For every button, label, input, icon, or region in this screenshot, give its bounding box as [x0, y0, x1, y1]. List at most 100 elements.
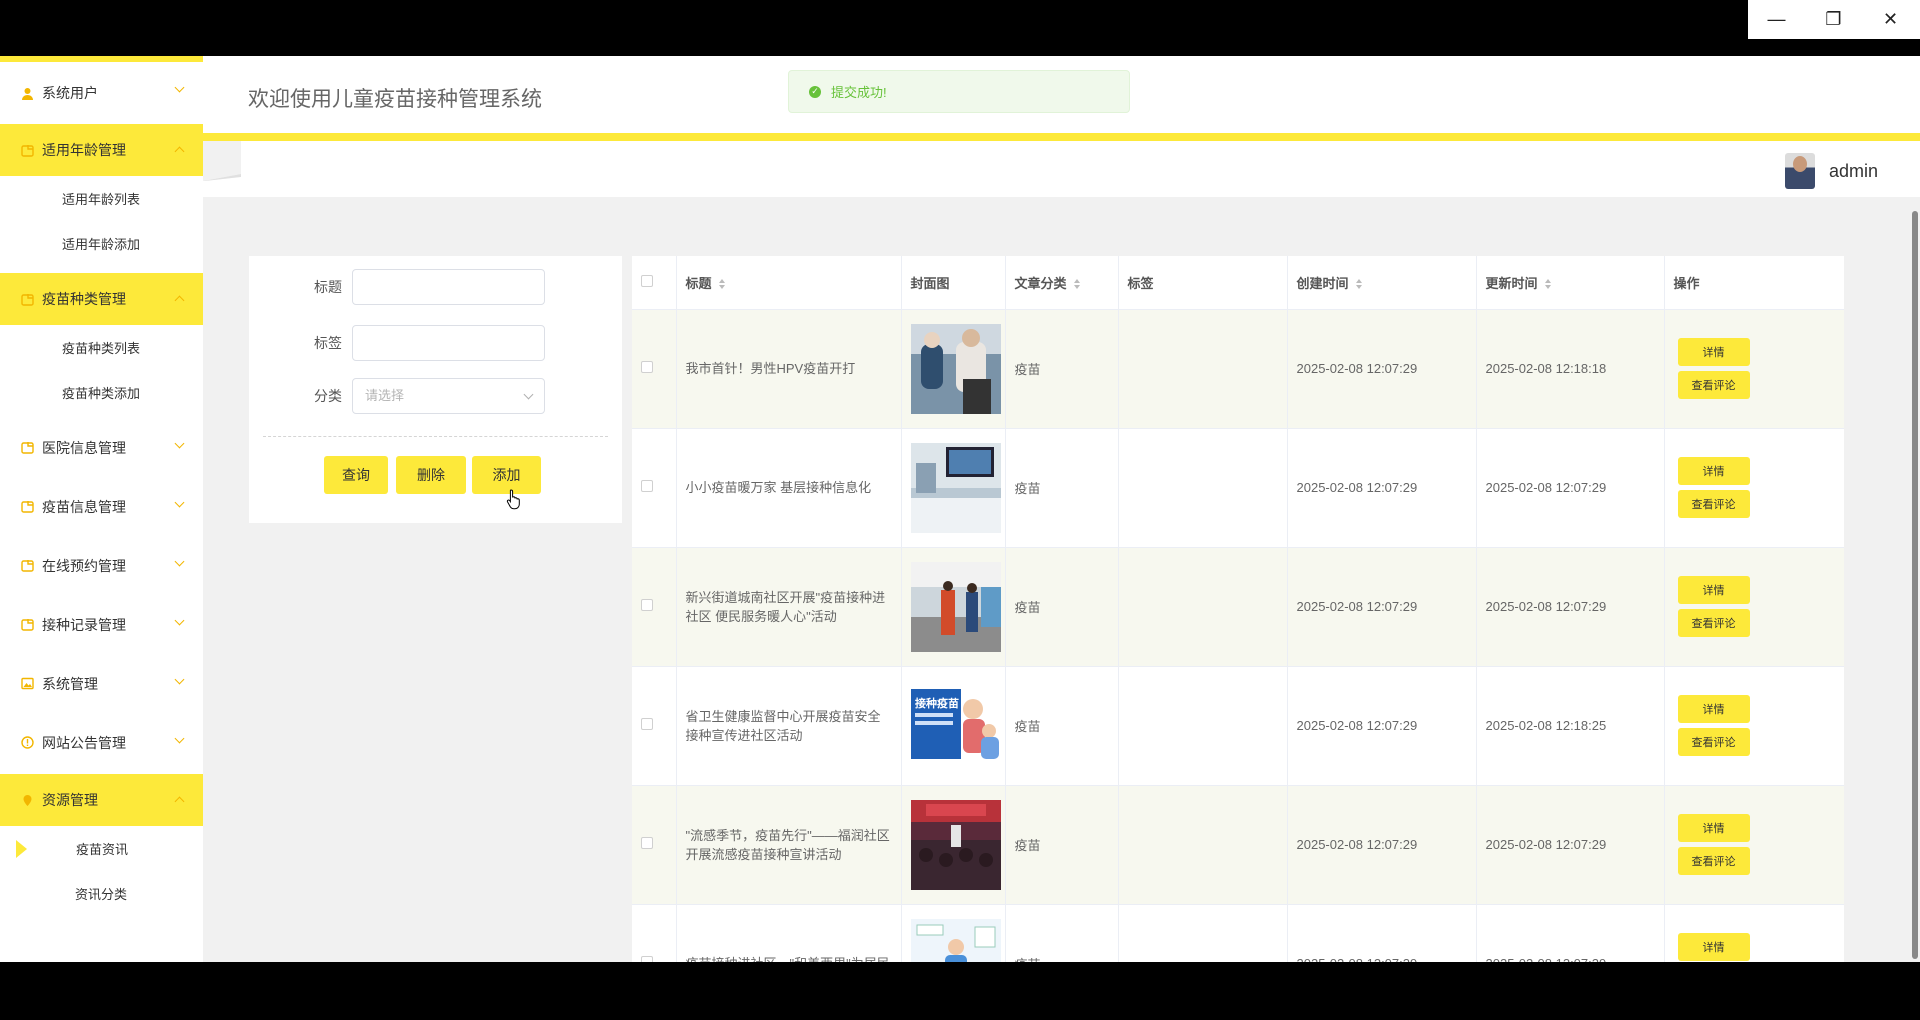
- sort-icon[interactable]: [1073, 279, 1081, 290]
- chevron-down-icon: [174, 733, 185, 744]
- created-time-cell: 2025-02-08 12:07:29: [1287, 547, 1477, 667]
- menu-hospital-management[interactable]: 医院信息管理: [0, 418, 203, 477]
- select-all-checkbox[interactable]: [641, 274, 653, 287]
- tag-input[interactable]: [352, 325, 545, 361]
- table-row[interactable]: 我市首针！男性HPV疫苗开打 疫苗 2025-02-08 12:07:29 20…: [632, 309, 1844, 429]
- detail-button[interactable]: 详情: [1677, 576, 1750, 604]
- success-toast: ✓ 提交成功!: [788, 70, 1130, 113]
- query-button[interactable]: 查询: [324, 456, 388, 494]
- row-checkbox-cell: [632, 666, 677, 786]
- user-menu[interactable]: admin: [1784, 153, 1878, 189]
- row-checkbox-cell: [632, 428, 677, 548]
- view-comments-button[interactable]: 查看评论: [1677, 847, 1750, 875]
- row-checkbox[interactable]: [641, 480, 653, 492]
- title-input[interactable]: [352, 269, 545, 305]
- category-cell: 疫苗: [1005, 547, 1119, 667]
- row-checkbox[interactable]: [641, 718, 653, 730]
- detail-button[interactable]: 详情: [1677, 457, 1750, 485]
- folder-icon: [20, 143, 34, 157]
- detail-button[interactable]: 详情: [1677, 933, 1750, 961]
- menu-appointment-management[interactable]: 在线预约管理: [0, 536, 203, 595]
- menu-group-users: 系统用户: [0, 62, 203, 124]
- menu-label: 网站公告管理: [42, 734, 126, 751]
- column-header-category[interactable]: 文章分类: [1005, 256, 1119, 310]
- category-cell: 疫苗: [1005, 428, 1119, 548]
- menu-label: 医院信息管理: [42, 439, 126, 456]
- chevron-up-icon: [174, 796, 185, 807]
- view-comments-button[interactable]: 查看评论: [1677, 609, 1750, 637]
- restore-button[interactable]: ❐: [1805, 0, 1862, 39]
- delete-button[interactable]: 删除: [396, 456, 466, 494]
- column-header-updated[interactable]: 更新时间: [1476, 256, 1665, 310]
- submenu-vaccine-type-list[interactable]: 疫苗种类列表: [0, 325, 203, 370]
- collapse-sidebar-icon[interactable]: [203, 141, 241, 181]
- view-comments-button[interactable]: 查看评论: [1677, 728, 1750, 756]
- submenu-age-list[interactable]: 适用年龄列表: [0, 176, 203, 221]
- location-icon: [20, 793, 34, 807]
- menu-label: 接种记录管理: [42, 616, 126, 633]
- divider: [263, 436, 608, 437]
- table-row[interactable]: 小小疫苗暖万家 基层接种信息化 疫苗 2025-02-08 12:07:29 2…: [632, 428, 1844, 548]
- sort-icon[interactable]: [1544, 279, 1552, 290]
- chevron-down-icon: [174, 438, 185, 449]
- toast-message: 提交成功!: [831, 85, 887, 100]
- submenu-news-category[interactable]: 资讯分类: [0, 871, 203, 916]
- menu-system-users[interactable]: 系统用户: [0, 62, 203, 124]
- table-row[interactable]: "流感季节，疫苗先行"——福润社区开展流感疫苗接种宣讲活动 疫苗 2025-02…: [632, 785, 1844, 905]
- table-row[interactable]: 省卫生健康监督中心开展疫苗安全接种宣传进社区活动 接种疫苗 疫苗 2025-02…: [632, 666, 1844, 786]
- menu-announcement-management[interactable]: 网站公告管理: [0, 713, 203, 772]
- actions-cell: 详情 查看评论: [1664, 547, 1844, 667]
- header-label: 操作: [1673, 275, 1700, 291]
- news-table: 标题 封面图 文章分类 标签 创建时间 更新时间 操作 我市首针！男性HPV疫苗…: [632, 256, 1844, 962]
- header-label: 创建时间: [1296, 275, 1349, 291]
- menu-vaccine-type-management[interactable]: 疫苗种类管理: [0, 273, 203, 325]
- submenu-vaccine-news[interactable]: 疫苗资讯: [0, 826, 203, 871]
- menu-vaccination-record-management[interactable]: 接种记录管理: [0, 595, 203, 654]
- menu-vaccine-info-management[interactable]: 疫苗信息管理: [0, 477, 203, 536]
- window-titlebar: — ❐ ✕: [0, 0, 1920, 56]
- table-header-row: 标题 封面图 文章分类 标签 创建时间 更新时间 操作: [632, 256, 1844, 310]
- menu-system-management[interactable]: 系统管理: [0, 654, 203, 713]
- check-circle-icon: ✓: [809, 85, 821, 98]
- table-row[interactable]: 疫苗接种进社区，"和美西里"为居民 疫苗 2025-02-08 12:07:29…: [632, 904, 1844, 962]
- row-checkbox-cell: [632, 785, 677, 905]
- cover-image: 接种疫苗: [910, 680, 1001, 771]
- submenu-vaccine-type-add[interactable]: 疫苗种类添加: [0, 370, 203, 415]
- row-checkbox-cell: [632, 904, 677, 962]
- category-select[interactable]: 请选择: [352, 378, 545, 414]
- taskbar: [0, 962, 1920, 1020]
- title-cell: 新兴街道城南社区开展"疫苗接种进社区 便民服务暖人心"活动: [676, 547, 902, 667]
- row-checkbox[interactable]: [641, 837, 653, 849]
- mouse-pointer-icon: [506, 489, 520, 510]
- view-comments-button[interactable]: 查看评论: [1677, 490, 1750, 518]
- chevron-down-icon: [523, 389, 534, 400]
- close-button[interactable]: ✕: [1862, 0, 1919, 39]
- minimize-button[interactable]: —: [1748, 0, 1805, 39]
- view-comments-button[interactable]: 查看评论: [1677, 371, 1750, 399]
- table-row[interactable]: 新兴街道城南社区开展"疫苗接种进社区 便民服务暖人心"活动 疫苗 2025-02…: [632, 547, 1844, 667]
- folder-icon: [20, 559, 34, 573]
- menu-resource-management[interactable]: 资源管理: [0, 774, 203, 826]
- header-label: 标题: [685, 275, 712, 291]
- updated-time-cell: 2025-02-08 12:18:25: [1476, 666, 1665, 786]
- detail-button[interactable]: 详情: [1677, 814, 1750, 842]
- row-checkbox[interactable]: [641, 599, 653, 611]
- sort-icon[interactable]: [1355, 279, 1363, 290]
- cover-cell: [901, 547, 1006, 667]
- folder-icon: [20, 441, 34, 455]
- row-checkbox[interactable]: [641, 361, 653, 373]
- chevron-up-icon: [174, 295, 185, 306]
- page-scrollbar[interactable]: [1912, 211, 1918, 959]
- menu-age-management[interactable]: 适用年龄管理: [0, 124, 203, 176]
- detail-button[interactable]: 详情: [1677, 338, 1750, 366]
- column-header-created[interactable]: 创建时间: [1287, 256, 1477, 310]
- created-time-cell: 2025-02-08 12:07:29: [1287, 904, 1477, 962]
- created-time-cell: 2025-02-08 12:07:29: [1287, 666, 1477, 786]
- tag-cell: [1118, 785, 1288, 905]
- detail-button[interactable]: 详情: [1677, 695, 1750, 723]
- cover-image: [910, 561, 1001, 652]
- column-header-title[interactable]: 标题: [676, 256, 902, 310]
- submenu-age-add[interactable]: 适用年龄添加: [0, 221, 203, 266]
- select-all-cell: [632, 256, 677, 310]
- sort-icon[interactable]: [718, 279, 726, 290]
